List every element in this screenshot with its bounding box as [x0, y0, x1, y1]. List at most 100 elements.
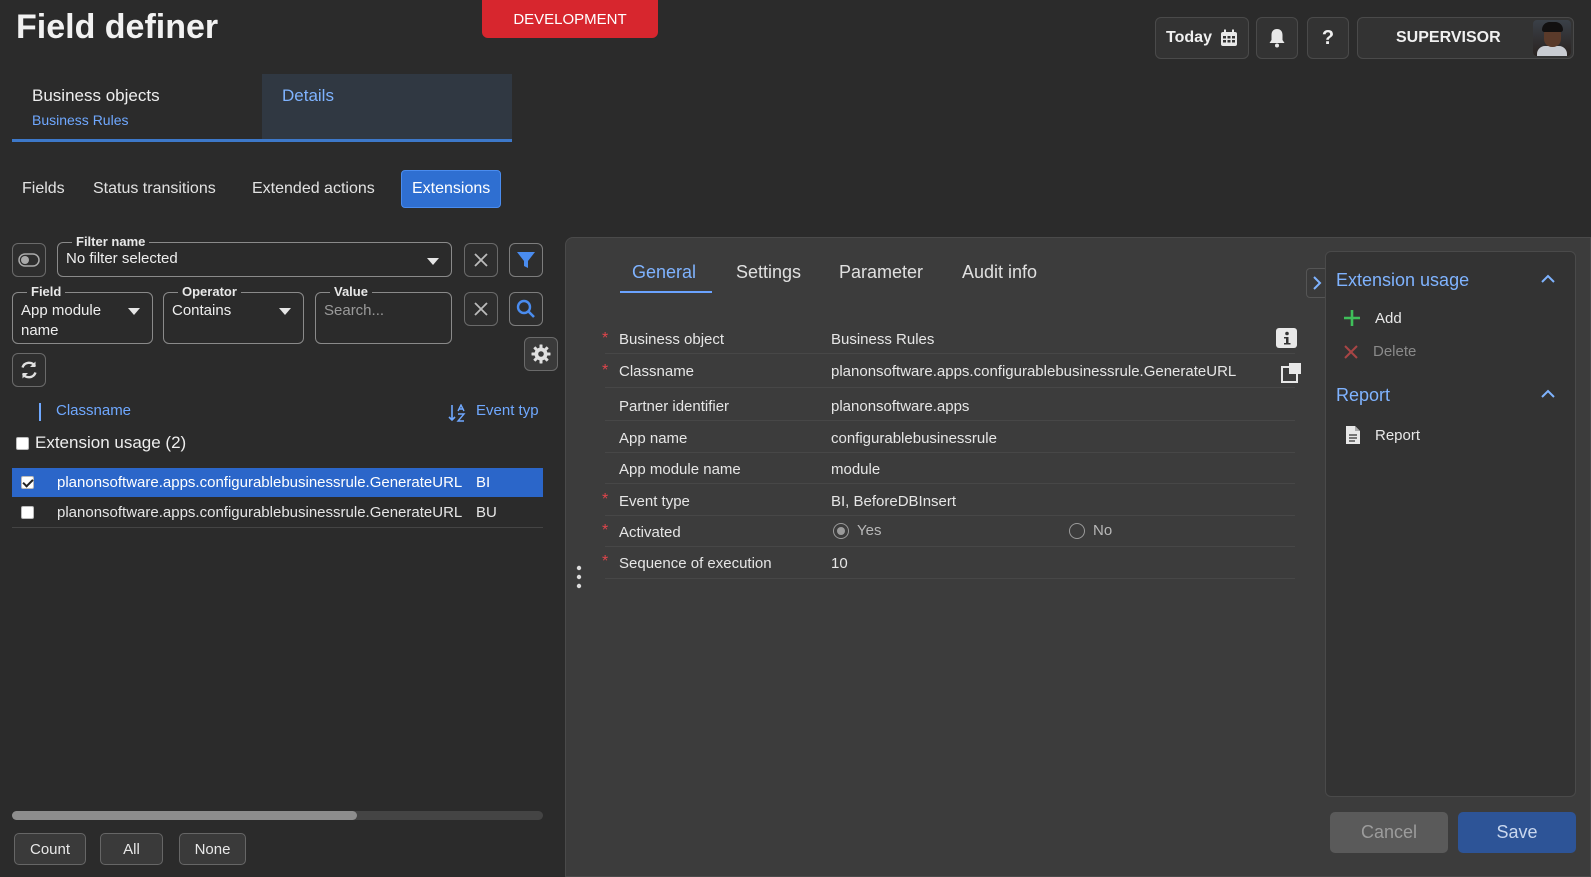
help-button[interactable]: ? [1307, 17, 1349, 59]
subtab-extensions[interactable]: Extensions [401, 170, 502, 208]
tab-business-objects[interactable]: Business objects Business Rules [12, 74, 262, 142]
scrollbar-thumb[interactable] [12, 811, 357, 820]
tab-general[interactable]: General [632, 262, 696, 283]
field-select[interactable]: Field App module name [12, 284, 153, 344]
field-divider [605, 387, 1295, 388]
row-checkbox[interactable] [21, 476, 34, 489]
environment-badge: DEVELOPMENT [482, 0, 658, 38]
add-label: Add [1375, 309, 1402, 327]
field-value-business-object: Business Rules [831, 331, 935, 348]
filter-name-legend: Filter name [72, 234, 150, 249]
chevron-up-icon[interactable] [1540, 273, 1556, 285]
chevron-down-icon [427, 258, 439, 265]
radio-no-label: No [1093, 522, 1113, 539]
today-button[interactable]: Today [1155, 17, 1249, 59]
field-value-partner-identifier: planonsoftware.apps [831, 398, 970, 415]
table-row[interactable]: planonsoftware.apps.configurablebusiness… [12, 498, 543, 527]
report-heading: Report [1336, 385, 1391, 405]
field-value-classname: planonsoftware.apps.configurablebusiness… [831, 363, 1237, 380]
row-classname: planonsoftware.apps.configurablebusiness… [57, 504, 463, 521]
search-button[interactable] [509, 292, 543, 326]
activated-yes-radio[interactable]: Yes [833, 522, 881, 539]
select-none-button[interactable]: None [179, 833, 246, 865]
value-legend: Value [330, 284, 372, 299]
refresh-button[interactable] [12, 353, 46, 387]
field-value-app-module-name: module [831, 461, 881, 478]
field-label-classname: Classname [619, 363, 695, 380]
user-name: SUPERVISOR [1396, 29, 1501, 46]
settings-button[interactable] [524, 337, 558, 371]
activated-no-radio[interactable]: No [1069, 522, 1112, 539]
tab-details-label: Details [282, 86, 334, 105]
info-button[interactable] [1276, 328, 1297, 348]
field-label-event-type: Event type [619, 493, 690, 510]
add-button[interactable]: Add [1343, 309, 1402, 327]
subtab-status-transitions[interactable]: Status transitions [83, 170, 226, 208]
user-menu-button[interactable]: SUPERVISOR [1357, 17, 1574, 59]
chevron-right-icon [1313, 276, 1322, 290]
report-item[interactable]: Report [1345, 425, 1420, 445]
chevron-down-icon [279, 308, 291, 315]
toggle-icon [18, 253, 40, 267]
filter-name-value: No filter selected [66, 250, 178, 267]
group-checkbox[interactable] [16, 436, 29, 450]
calendar-icon [1220, 29, 1237, 46]
field-label-activated: Activated [619, 524, 681, 541]
field-legend: Field [27, 284, 66, 299]
required-marker: * [602, 362, 609, 379]
count-button[interactable]: Count [14, 833, 86, 865]
operator-select[interactable]: Operator Contains [163, 284, 304, 344]
gear-icon [531, 344, 551, 364]
sort-icon[interactable] [448, 404, 468, 422]
notifications-button[interactable] [1256, 17, 1298, 59]
extension-usage-heading: Extension usage [1336, 270, 1470, 290]
today-label: Today [1166, 29, 1212, 46]
field-value-event-type: BI, BeforeDBInsert [831, 493, 957, 510]
question-mark-icon: ? [1321, 26, 1335, 49]
clear-value-button[interactable] [464, 292, 498, 326]
field-value-sequence-of-execution: 10 [831, 555, 848, 572]
row-event-type: BU [476, 504, 497, 521]
column-header-classname[interactable]: Classname [56, 402, 131, 419]
search-icon [516, 299, 535, 318]
field-divider [605, 578, 1295, 579]
operator-legend: Operator [178, 284, 241, 299]
clear-filter-name-button[interactable] [464, 243, 498, 277]
field-label-app-module-name: App module name [619, 461, 741, 478]
open-window-icon[interactable] [1280, 362, 1302, 384]
filter-name-select[interactable]: Filter name No filter selected [57, 234, 452, 277]
delete-button[interactable]: Delete [1343, 343, 1416, 360]
group-extension-usage[interactable]: Extension usage (2) [16, 433, 186, 453]
tab-business-objects-sublabel: Business Rules [32, 112, 129, 128]
field-label-partner-identifier: Partner identifier [619, 398, 730, 415]
column-header-event-type[interactable]: Event typ [476, 402, 543, 419]
cancel-button[interactable]: Cancel [1330, 812, 1448, 853]
value-search-input[interactable]: Value Search... [315, 284, 452, 344]
radio-yes-label: Yes [857, 522, 882, 539]
report-label: Report [1375, 426, 1421, 444]
subtab-fields[interactable]: Fields [12, 170, 75, 208]
filter-button[interactable] [509, 243, 543, 277]
row-classname: planonsoftware.apps.configurablebusiness… [57, 474, 463, 491]
field-label-sequence-of-execution: Sequence of execution [619, 555, 772, 572]
table-row[interactable]: planonsoftware.apps.configurablebusiness… [12, 468, 543, 497]
filter-toggle-button[interactable] [12, 243, 46, 277]
close-icon [1344, 344, 1358, 359]
delete-label: Delete [1373, 343, 1417, 360]
row-divider [12, 527, 543, 528]
tab-settings[interactable]: Settings [736, 262, 801, 283]
drag-handle-icon[interactable] [575, 565, 583, 589]
horizontal-scrollbar[interactable] [12, 811, 543, 820]
chevron-up-icon[interactable] [1540, 388, 1556, 400]
tab-parameter[interactable]: Parameter [839, 262, 923, 283]
tab-audit-info[interactable]: Audit info [962, 262, 1037, 283]
row-checkbox[interactable] [21, 506, 34, 519]
radio-no-indicator [1069, 522, 1085, 539]
avatar [1533, 20, 1571, 56]
required-marker: * [602, 553, 609, 570]
save-button[interactable]: Save [1458, 812, 1576, 853]
select-all-button[interactable]: All [100, 833, 163, 865]
tab-business-objects-label: Business objects [32, 86, 160, 105]
subtab-extended-actions[interactable]: Extended actions [242, 170, 385, 208]
tab-details[interactable]: Details [262, 74, 512, 142]
